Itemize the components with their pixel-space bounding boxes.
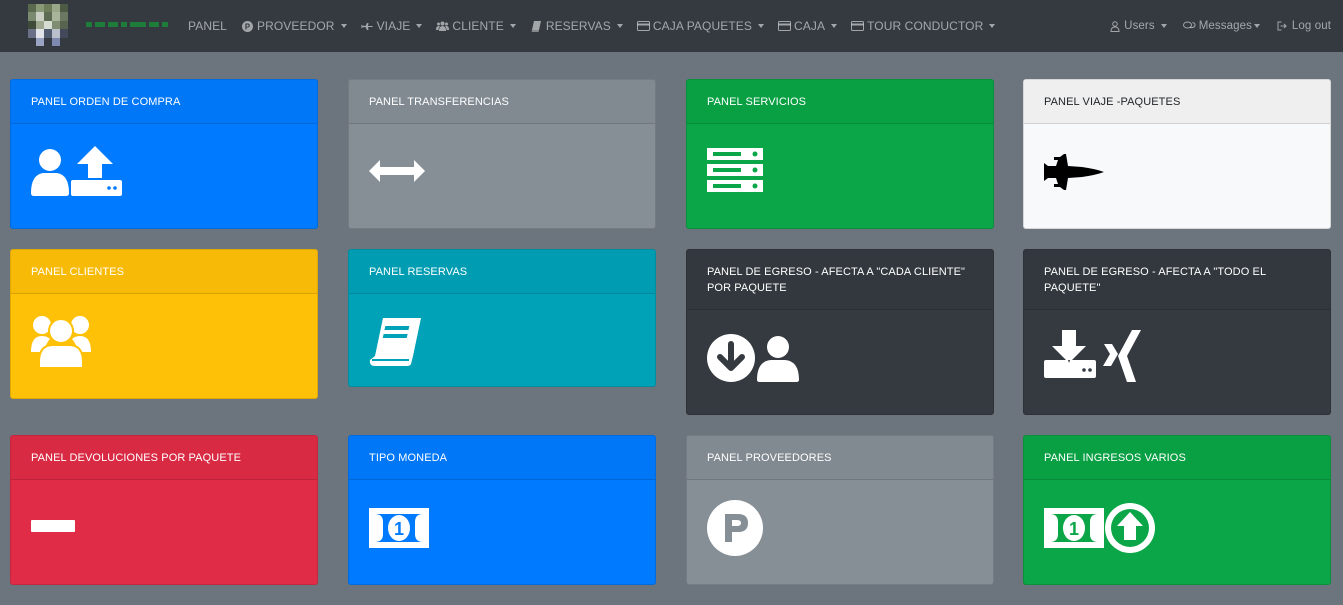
nav-users[interactable]: Users bbox=[1108, 20, 1167, 33]
card-title: PANEL DEVOLUCIONES POR PAQUETE bbox=[11, 436, 317, 480]
nav-reservas-label: RESERVAS bbox=[545, 19, 611, 33]
card-clientes[interactable]: PANEL CLIENTES bbox=[10, 249, 318, 399]
card-title: TIPO MONEDA bbox=[349, 436, 655, 480]
caret-down-icon bbox=[757, 24, 764, 28]
users-icon bbox=[31, 316, 91, 368]
card-body bbox=[11, 124, 317, 228]
svg-text:1: 1 bbox=[394, 519, 404, 539]
card-egreso-todo-paquete[interactable]: PANEL DE EGRESO - AFECTA A "TODO EL PAQU… bbox=[1023, 249, 1331, 415]
caret-down-icon bbox=[509, 24, 516, 28]
card-title: PANEL INGRESOS VARIOS bbox=[1024, 436, 1330, 480]
nav-viaje-label: VIAJE bbox=[376, 19, 411, 33]
card-egreso-cada-cliente[interactable]: PANEL DE EGRESO - AFECTA A "CADA CLIENTE… bbox=[686, 249, 994, 415]
download-xing-icon bbox=[1044, 330, 1141, 382]
nav-panel-label: PANEL bbox=[188, 19, 227, 33]
card-proveedores[interactable]: PANEL PROVEEDORES bbox=[686, 435, 994, 585]
arrows-horizontal-icon bbox=[369, 160, 425, 182]
comments-icon bbox=[1182, 20, 1196, 33]
caret-down-icon bbox=[616, 24, 623, 28]
nav-cliente-label: CLIENTE bbox=[452, 19, 504, 33]
fighter-jet-icon bbox=[1044, 154, 1104, 190]
brand-text-obscured bbox=[86, 21, 184, 27]
card-ingresos-varios[interactable]: PANEL INGRESOS VARIOS 1 bbox=[1023, 435, 1331, 585]
card-title: PANEL RESERVAS bbox=[349, 250, 655, 294]
card-tipo-moneda[interactable]: TIPO MONEDA 1 bbox=[348, 435, 656, 585]
card-body bbox=[1024, 310, 1330, 414]
nav-viaje[interactable]: VIAJE bbox=[360, 19, 423, 33]
credit-card-icon bbox=[851, 20, 865, 33]
card-body bbox=[687, 124, 993, 228]
nav-messages[interactable]: Messages bbox=[1182, 20, 1260, 33]
caret-down-icon bbox=[1160, 24, 1167, 28]
card-viaje-paquetes[interactable]: PANEL VIAJE -PAQUETES bbox=[1023, 79, 1331, 229]
nav-panel[interactable]: PANEL bbox=[188, 19, 227, 33]
money-arrow-up-icon: 1 bbox=[1044, 503, 1155, 553]
user-upload-icon bbox=[31, 146, 122, 196]
nav-caja[interactable]: CAJA bbox=[777, 19, 838, 33]
nav-caja-paquetes-label: CAJA PAQUETES bbox=[652, 19, 752, 33]
caret-down-icon bbox=[831, 24, 838, 28]
card-body bbox=[349, 124, 655, 228]
nav-tour-conductor-label: TOUR CONDUCTOR bbox=[867, 19, 984, 33]
caret-down-icon bbox=[416, 24, 423, 28]
caret-down-icon bbox=[1253, 24, 1260, 28]
card-body bbox=[687, 480, 993, 584]
parking-circle-icon bbox=[707, 500, 763, 556]
brand-logo[interactable] bbox=[28, 4, 68, 46]
users-icon bbox=[436, 20, 450, 33]
money-bill-icon: 1 bbox=[369, 508, 429, 548]
main-menu: PANEL P PROVEEDOR VIAJE CLIENTE RESERVAS… bbox=[188, 0, 1009, 52]
nav-cliente[interactable]: CLIENTE bbox=[436, 19, 516, 33]
nav-proveedor-label: PROVEEDOR bbox=[256, 19, 335, 33]
svg-text:1: 1 bbox=[1069, 519, 1079, 539]
arrow-down-user-icon bbox=[707, 334, 799, 382]
server-icon bbox=[707, 148, 763, 192]
card-title: PANEL TRANSFERENCIAS bbox=[349, 80, 655, 124]
card-title: PANEL PROVEEDORES bbox=[687, 436, 993, 480]
card-body bbox=[1024, 124, 1330, 228]
card-body bbox=[11, 294, 317, 398]
card-servicios[interactable]: PANEL SERVICIOS bbox=[686, 79, 994, 229]
caret-down-icon bbox=[989, 24, 996, 28]
caret-down-icon bbox=[340, 24, 347, 28]
svg-text:P: P bbox=[245, 22, 250, 31]
card-title: PANEL CLIENTES bbox=[11, 250, 317, 294]
nav-reservas[interactable]: RESERVAS bbox=[530, 19, 623, 33]
top-navbar: PANEL P PROVEEDOR VIAJE CLIENTE RESERVAS… bbox=[0, 0, 1343, 52]
nav-proveedor[interactable]: P PROVEEDOR bbox=[241, 19, 347, 33]
card-devoluciones[interactable]: PANEL DEVOLUCIONES POR PAQUETE bbox=[10, 435, 318, 585]
credit-card-icon bbox=[777, 20, 791, 33]
card-title: PANEL VIAJE -PAQUETES bbox=[1024, 80, 1330, 124]
nav-logout[interactable]: Log out bbox=[1276, 20, 1331, 33]
card-title: PANEL DE EGRESO - AFECTA A "CADA CLIENTE… bbox=[687, 250, 993, 310]
card-reservas[interactable]: PANEL RESERVAS bbox=[348, 249, 656, 387]
nav-users-label: Users bbox=[1124, 20, 1155, 32]
plane-icon bbox=[360, 20, 374, 33]
card-title: PANEL ORDEN DE COMPRA bbox=[11, 80, 317, 124]
book-icon bbox=[369, 318, 421, 366]
nav-caja-label: CAJA bbox=[793, 19, 826, 33]
book-icon bbox=[530, 20, 543, 33]
sign-out-icon bbox=[1276, 20, 1289, 33]
credit-card-icon bbox=[636, 20, 650, 33]
nav-messages-label: Messages bbox=[1198, 20, 1252, 32]
card-body: 1 bbox=[349, 480, 655, 584]
card-body bbox=[349, 294, 655, 386]
p-circle-icon: P bbox=[241, 20, 254, 33]
nav-logout-label: Log out bbox=[1291, 20, 1331, 32]
card-title: PANEL DE EGRESO - AFECTA A "TODO EL PAQU… bbox=[1024, 250, 1330, 310]
nav-tour-conductor[interactable]: TOUR CONDUCTOR bbox=[851, 19, 996, 33]
card-orden-compra[interactable]: PANEL ORDEN DE COMPRA bbox=[10, 79, 318, 229]
nav-caja-paquetes[interactable]: CAJA PAQUETES bbox=[636, 19, 764, 33]
card-body bbox=[11, 480, 317, 584]
card-transferencias[interactable]: PANEL TRANSFERENCIAS bbox=[348, 79, 656, 229]
user-menu: Users Messages Log out bbox=[1092, 0, 1331, 52]
minus-icon bbox=[31, 520, 75, 532]
card-title: PANEL SERVICIOS bbox=[687, 80, 993, 124]
card-body bbox=[687, 310, 993, 414]
card-body: 1 bbox=[1024, 480, 1330, 584]
user-icon bbox=[1108, 20, 1121, 33]
